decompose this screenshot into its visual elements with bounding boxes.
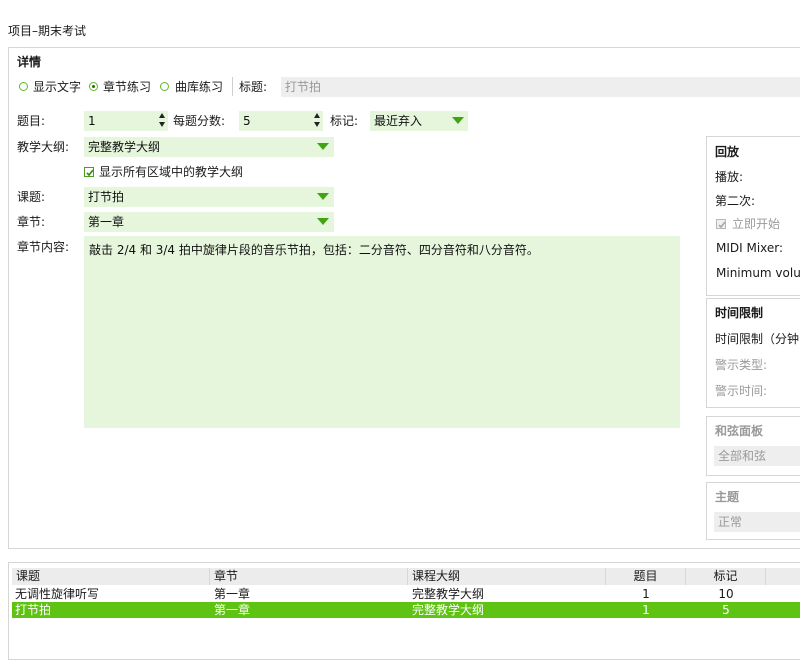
column-header-chapter[interactable]: 章节 xyxy=(210,568,408,585)
theme-title: 主题 xyxy=(715,490,740,504)
table-cell: 5 xyxy=(722,603,730,617)
title-label: 标题: xyxy=(239,80,268,94)
min-volume-label: Minimum volum xyxy=(716,266,800,280)
table-cell: 完整教学大纲 xyxy=(412,587,485,601)
checkbox-checked-icon[interactable] xyxy=(716,219,726,229)
grid-header: 课题 章节 课程大纲 题目 标记 xyxy=(12,568,800,585)
table-cell: 第一章 xyxy=(214,587,251,601)
score-spinner-arrows[interactable] xyxy=(312,111,322,131)
spinner-up-icon[interactable] xyxy=(314,113,320,118)
time-limit-label: 时间限制（分钟 xyxy=(715,332,800,346)
syllabus-label: 教学大纲: xyxy=(17,140,70,154)
spinner-down-icon[interactable] xyxy=(314,122,320,127)
content-label: 章节内容: xyxy=(17,240,70,254)
table-cell: 打节拍 xyxy=(15,603,52,617)
chapter-select[interactable]: 第一章 xyxy=(84,212,334,232)
table-cell: 无调性旋律听写 xyxy=(15,587,100,601)
play-label: 播放: xyxy=(715,170,744,184)
show-all-checkbox[interactable]: 显示所有区域中的教学大纲 xyxy=(84,164,254,180)
title-input[interactable]: 打节拍 xyxy=(281,77,800,97)
checkbox-checked-icon[interactable] xyxy=(84,167,94,177)
radio-chapter-practice[interactable]: 章节练习 xyxy=(86,79,156,95)
topic-select[interactable]: 打节拍 xyxy=(84,187,334,207)
radio-show-text-label: 显示文字 xyxy=(33,80,82,94)
chord-panel-select[interactable]: 全部和弦 xyxy=(714,446,800,466)
time-limit-title: 时间限制 xyxy=(715,306,764,320)
chapter-label: 章节: xyxy=(17,215,46,229)
second-time-label: 第二次: xyxy=(715,194,756,208)
radio-indicator-selected xyxy=(89,82,98,91)
syllabus-select[interactable]: 完整教学大纲 xyxy=(84,137,334,157)
radio-indicator xyxy=(160,82,169,91)
theme-select[interactable]: 正常 xyxy=(714,512,800,532)
radio-indicator xyxy=(19,82,28,91)
chevron-down-icon[interactable] xyxy=(317,193,329,200)
table-cell: 1 xyxy=(642,603,650,617)
topic-label: 课题: xyxy=(17,190,46,204)
column-header-topic[interactable]: 课题 xyxy=(12,568,210,585)
column-header-question[interactable]: 题目 xyxy=(606,568,686,585)
chord-panel-title: 和弦面板 xyxy=(715,424,764,438)
spinner-up-icon[interactable] xyxy=(159,113,165,118)
start-now-checkbox[interactable]: 立即开始 xyxy=(716,216,800,232)
table-row-selected[interactable]: 打节拍 第一章 完整教学大纲 1 5 xyxy=(12,602,800,618)
spinner-down-icon[interactable] xyxy=(159,122,165,127)
divider xyxy=(232,77,233,96)
question-spinner[interactable]: 1 xyxy=(84,111,168,131)
midi-mixer-label: MIDI Mixer: xyxy=(716,241,784,255)
page-title: 项目–期末考试 xyxy=(8,24,87,38)
column-header-syllabus[interactable]: 课程大纲 xyxy=(408,568,606,585)
chevron-down-icon[interactable] xyxy=(317,218,329,225)
radio-show-text[interactable]: 显示文字 xyxy=(16,79,84,95)
start-now-label: 立即开始 xyxy=(732,217,781,231)
chevron-down-icon[interactable] xyxy=(452,117,464,124)
warn-time-label: 警示时间: xyxy=(715,384,768,398)
warn-type-label: 警示类型: xyxy=(715,358,768,372)
question-spinner-arrows[interactable] xyxy=(157,111,167,131)
chapter-content-textarea[interactable]: 敲击 2/4 和 3/4 拍中旋律片段的音乐节拍，包括：二分音符、四分音符和八分… xyxy=(84,236,680,428)
mark-label: 标记: xyxy=(330,114,359,128)
table-cell: 10 xyxy=(718,587,734,601)
question-label: 题目: xyxy=(17,114,46,128)
table-cell: 1 xyxy=(642,587,650,601)
table-row[interactable]: 无调性旋律听写 第一章 完整教学大纲 1 10 xyxy=(12,586,800,602)
radio-library-practice[interactable]: 曲库练习 xyxy=(157,79,227,95)
radio-library-practice-label: 曲库练习 xyxy=(175,80,224,94)
table-cell: 第一章 xyxy=(214,603,251,617)
chevron-down-icon[interactable] xyxy=(317,143,329,150)
playback-title: 回放 xyxy=(715,145,740,159)
show-all-label: 显示所有区域中的教学大纲 xyxy=(99,165,244,179)
score-spinner[interactable]: 5 xyxy=(239,111,323,131)
score-label: 每题分数: xyxy=(173,114,226,128)
radio-chapter-practice-label: 章节练习 xyxy=(103,80,152,94)
details-section-title: 详情 xyxy=(17,55,42,69)
table-cell: 完整教学大纲 xyxy=(412,603,485,617)
column-header-mark[interactable]: 标记 xyxy=(686,568,766,585)
